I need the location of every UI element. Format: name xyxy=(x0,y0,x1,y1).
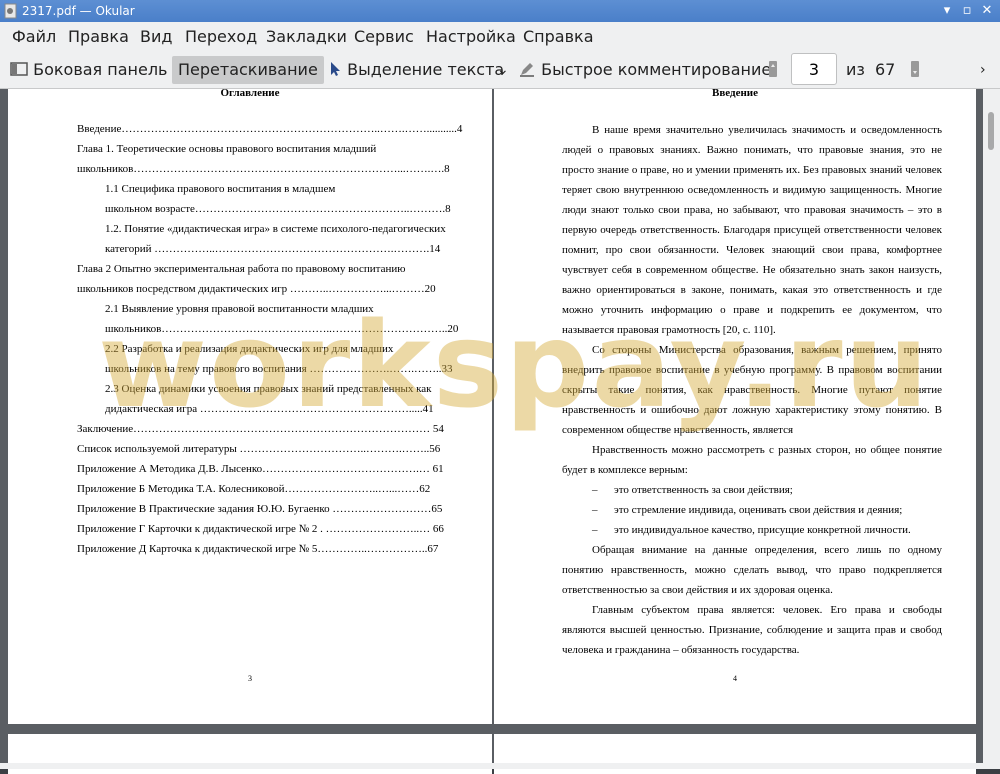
horizontal-scrollbar[interactable] xyxy=(0,763,983,769)
paragraph: В наше время значительно увеличилась зна… xyxy=(562,124,942,336)
menu-edit[interactable]: Правка xyxy=(68,27,129,46)
toc-entry[interactable]: Глава 2 Опытно экспериментальная работа … xyxy=(77,263,405,275)
paragraph: Обращая внимание на данные определения, … xyxy=(562,544,942,596)
previous-page-icon[interactable] xyxy=(768,56,778,84)
paragraph: Нравственность можно рассмотреть с разны… xyxy=(562,444,942,476)
menu-view[interactable]: Вид xyxy=(140,27,172,46)
close-icon[interactable]: ✕ xyxy=(978,2,996,20)
toolbar: Боковая панель Перетаскивание Выделение … xyxy=(0,52,1000,89)
toc-entry[interactable]: 2.3 Оценка динамики усвоения правовых зн… xyxy=(105,383,432,395)
page-number-input[interactable] xyxy=(791,53,837,85)
bullet-item: – это ответственность за свои действия; xyxy=(592,484,793,496)
toc-entry[interactable]: категорий ……………..………………………………………….……….14 xyxy=(105,243,440,255)
maximize-icon[interactable]: ▫ xyxy=(958,2,976,20)
toc-entry[interactable]: Глава 1. Теоретические основы правового … xyxy=(77,143,376,155)
toc-entry[interactable]: школьном возрасте…………………………………………………..……… xyxy=(105,203,451,215)
minimize-icon[interactable]: ▾ xyxy=(938,2,956,20)
sidebar-icon xyxy=(10,62,28,76)
menu-go[interactable]: Переход xyxy=(185,27,257,46)
bullet-item: – это стремление индивида, оценивать сво… xyxy=(592,504,903,516)
toc-entry[interactable]: Приложение А Методика Д.В. Лысенко………………… xyxy=(77,463,444,475)
text-select-label: Выделение текста xyxy=(347,60,505,79)
toc-entry[interactable]: 2.2 Разработка и реализация дидактически… xyxy=(105,343,393,355)
page-number: 3 xyxy=(248,674,252,683)
toolbar-overflow-icon[interactable]: › xyxy=(980,56,986,84)
text-select-button[interactable]: Выделение текста xyxy=(328,56,504,84)
toc-entry[interactable]: Приложение Г Карточки к дидактической иг… xyxy=(77,523,444,535)
toc-entry[interactable]: дидактическая игра …………………………………………………..… xyxy=(105,403,434,415)
toc-entry[interactable]: Приложение В Практические задания Ю.Ю. Б… xyxy=(77,503,442,515)
toc-heading: Оглавление xyxy=(220,87,280,99)
of-label: из xyxy=(846,60,865,79)
drag-mode-button[interactable]: Перетаскивание xyxy=(172,56,324,84)
bullet-item: – это индивидуальное качество, присущие … xyxy=(592,524,911,536)
menu-help[interactable]: Справка xyxy=(523,27,594,46)
toc-entry[interactable]: Заключение……………………………………………………………………… 54 xyxy=(77,423,444,435)
vertical-scrollbar[interactable] xyxy=(983,89,1000,769)
okular-app-icon xyxy=(4,3,17,19)
toc-entry[interactable]: 2.1 Выявление уровня правовой воспитанно… xyxy=(105,303,374,315)
sidebar-label: Боковая панель xyxy=(33,60,168,79)
menu-bookmarks[interactable]: Закладки xyxy=(266,27,347,46)
window-title: 2317.pdf — Okular xyxy=(22,4,135,18)
menu-bar: Файл Правка Вид Переход Закладки Сервис … xyxy=(0,22,1000,52)
toc-entry[interactable]: Введение……………………………………………………………..…….……..… xyxy=(77,123,462,135)
menu-settings[interactable]: Настройка xyxy=(426,27,516,46)
next-page-icon[interactable] xyxy=(910,56,920,84)
quick-annotation-button[interactable]: Быстрое комментирование xyxy=(518,56,771,84)
intro-heading: Введение xyxy=(711,87,759,99)
sidebar-button[interactable]: Боковая панель xyxy=(10,56,167,84)
page-3: Оглавление Введение………………………………………………………… xyxy=(8,87,492,724)
vertical-scrollbar-thumb[interactable] xyxy=(988,112,994,150)
title-bar: 2317.pdf — Okular ▾ ▫ ✕ xyxy=(0,0,1000,22)
pen-icon xyxy=(520,63,534,77)
toc-entry[interactable]: Приложение Д Карточка к дидактической иг… xyxy=(77,543,438,555)
toc-entry[interactable]: 1.2. Понятие «дидактическая игра» в сист… xyxy=(105,223,446,235)
chevron-down-icon[interactable]: ⌄ xyxy=(497,56,509,84)
total-pages: 67 xyxy=(875,60,896,79)
paragraph: Главным субъектом права является: челове… xyxy=(562,604,942,656)
toc-entry[interactable]: школьников посредством дидактических игр… xyxy=(77,283,436,295)
document-view[interactable]: Оглавление Введение………………………………………………………… xyxy=(0,87,1000,774)
toc-entry[interactable]: школьников на тему правового воспитания … xyxy=(105,363,453,375)
toc-entry[interactable]: школьников………………………………………………………………...…….… xyxy=(77,163,450,175)
menu-tools[interactable]: Сервис xyxy=(354,27,414,46)
toc-entry[interactable]: Приложение Б Методика Т.А. Колесниковой…… xyxy=(77,483,430,495)
toc-entry[interactable]: Список используемой литературы ………………………… xyxy=(77,443,440,455)
menu-file[interactable]: Файл xyxy=(12,27,56,46)
page-4: Введение В наше время значительно увелич… xyxy=(494,87,976,724)
quick-annotation-label: Быстрое комментирование xyxy=(541,60,772,79)
page-number: 4 xyxy=(733,674,737,683)
toc-entry[interactable]: школьников………………………………………..…………………………..2… xyxy=(105,323,458,335)
toc-entry[interactable]: 1.1 Специфика правового воспитания в мла… xyxy=(105,183,335,195)
paragraph: Со стороны Министерства образования, важ… xyxy=(562,344,942,436)
drag-mode-label: Перетаскивание xyxy=(178,60,318,79)
cursor-icon xyxy=(331,62,340,76)
